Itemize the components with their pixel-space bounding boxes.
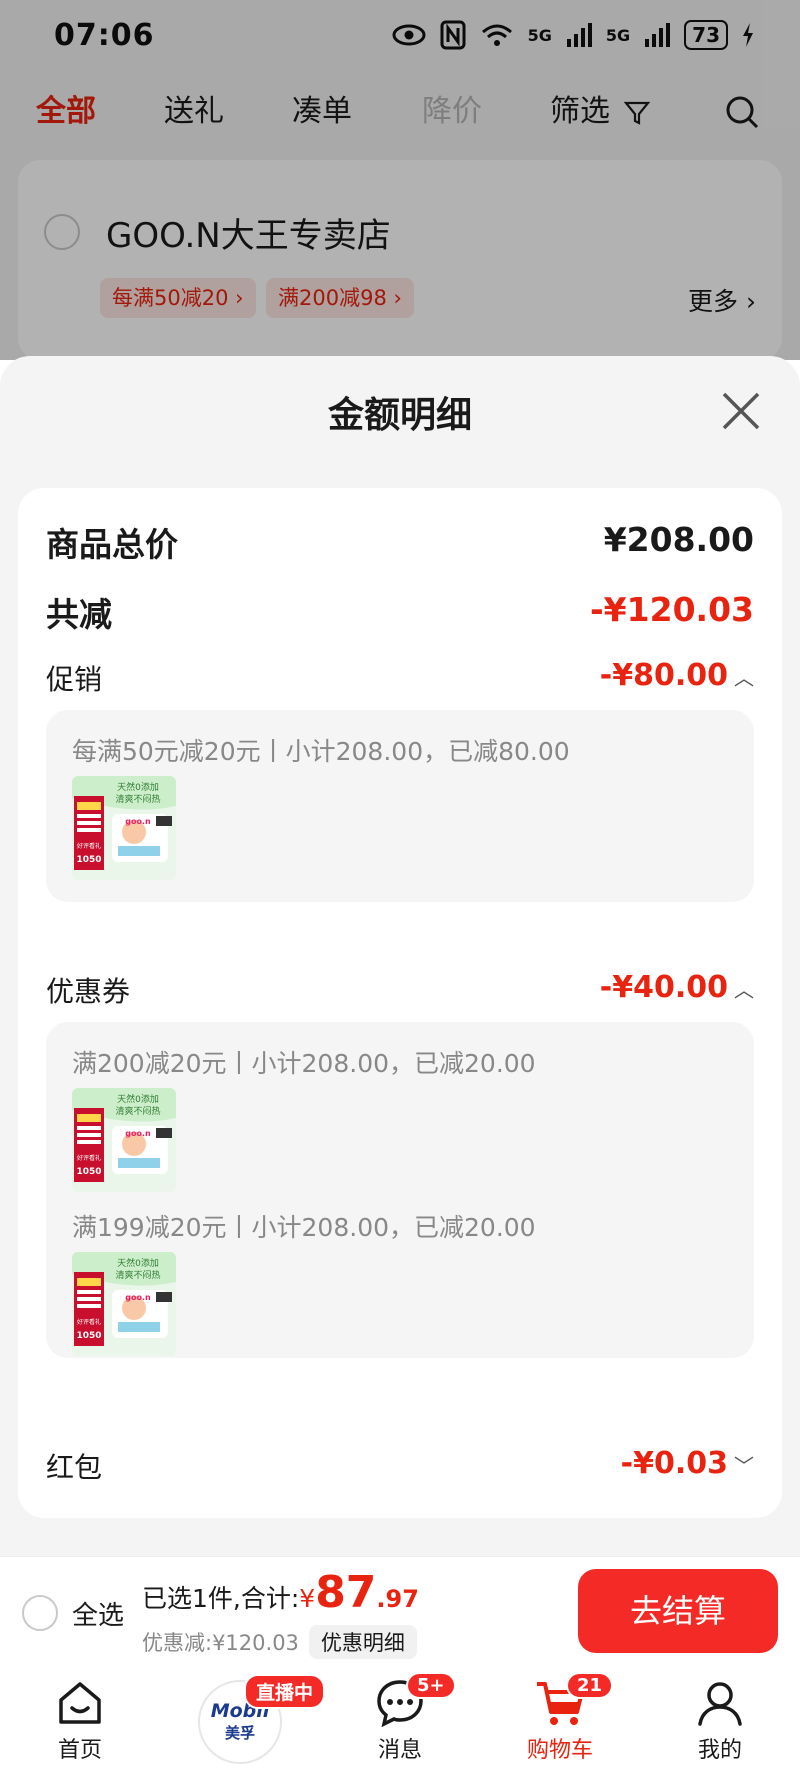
coupon-detail-box: 满200减20元丨小计208.00，已减20.00 天然0添加 清爽不闷热 好评看礼… xyxy=(46,1022,754,1358)
total-reduction-value: -¥120.03 xyxy=(589,590,754,629)
red-packet-label: 红包 xyxy=(46,1451,103,1484)
svg-text:清爽不闷热: 清爽不闷热 xyxy=(115,793,160,805)
coupon-toggle[interactable]: -¥40.00 ︿ xyxy=(600,970,754,1005)
checkout-bar: 全选 已选1件,合计:¥87.97 优惠减:¥120.03 优惠明细 去结算 xyxy=(0,1556,800,1666)
svg-text:goo.n: goo.n xyxy=(125,1129,151,1138)
svg-text:好评看礼: 好评看礼 xyxy=(77,1154,101,1162)
promotion-value: -¥80.00 xyxy=(599,658,728,693)
svg-text:清爽不闷热: 清爽不闷热 xyxy=(115,1269,160,1281)
discount-detail-button[interactable]: 优惠明细 xyxy=(308,1625,417,1659)
home-icon xyxy=(59,1682,101,1724)
total-reduction-label: 共减 xyxy=(46,595,112,634)
coupon-rule-text: 满199减20元丨小计208.00，已减20.00 xyxy=(72,1213,536,1242)
total-price-value: ¥208.00 xyxy=(603,520,754,559)
nav-mine-label: 我的 xyxy=(697,1738,742,1763)
profile-icon xyxy=(698,1682,742,1726)
total-price-label: 商品总价 xyxy=(46,525,178,564)
product-thumbnail[interactable]: 天然0添加 清爽不闷热好评看礼 1050 goo.n xyxy=(72,1252,176,1356)
select-all-radio[interactable] xyxy=(22,1595,58,1631)
cart-badge: 21 xyxy=(566,1672,614,1699)
coupon-value: -¥40.00 xyxy=(599,970,728,1005)
promotion-detail-box: 每满50元减20元丨小计208.00，已减80.00 天然0添加 清爽不闷热好评看… xyxy=(46,710,754,902)
nav-home[interactable]: 首页 xyxy=(20,1676,140,1764)
promotion-label: 促销 xyxy=(46,663,103,696)
close-icon[interactable] xyxy=(718,388,764,434)
price-decimal: .97 xyxy=(376,1585,419,1613)
svg-text:好评看礼: 好评看礼 xyxy=(77,842,101,850)
checkout-button[interactable]: 去结算 xyxy=(578,1569,778,1653)
promotion-toggle[interactable]: -¥80.00 ︿ xyxy=(600,658,754,693)
svg-text:1050: 1050 xyxy=(76,1331,101,1341)
order-summary-text: 已选1件,合计: xyxy=(142,1584,300,1613)
svg-text:天然0添加: 天然0添加 xyxy=(117,781,159,793)
nav-cart-label: 购物车 xyxy=(526,1738,593,1763)
svg-text:1050: 1050 xyxy=(76,1167,101,1177)
diaper-package-image: 天然0添加清爽不闷热好评看礼 1050 goo.n xyxy=(72,1088,176,1192)
diaper-package-image: 天然0添加清爽不闷热好评看礼 1050 goo.n xyxy=(72,1252,176,1356)
svg-text:goo.n: goo.n xyxy=(125,817,151,826)
discount-text: 优惠减:¥120.03 xyxy=(142,1631,299,1655)
chevron-up-icon: ︿ xyxy=(734,978,754,1002)
svg-text:清爽不闷热: 清爽不闷热 xyxy=(115,1105,160,1117)
chevron-up-icon: ︿ xyxy=(734,666,754,690)
live-brand-sub: 美孚 xyxy=(224,1724,255,1742)
price-integer: 87 xyxy=(315,1567,377,1618)
bottom-navigation: 首页 Mobil 美孚 直播中 消息 5+ 购物车 21 我的 xyxy=(0,1666,800,1777)
red-packet-toggle[interactable]: -¥0.03 ﹀ xyxy=(621,1446,754,1481)
product-thumbnail[interactable]: 天然0添加 清爽不闷热好评看礼 1050 goo.n xyxy=(72,1088,176,1192)
live-badge: 直播中 xyxy=(244,1674,326,1709)
coupon-label: 优惠券 xyxy=(46,975,131,1008)
messages-badge: 5+ xyxy=(406,1672,456,1699)
sheet-title: 金额明细 xyxy=(327,395,472,436)
svg-text:1050: 1050 xyxy=(76,855,101,865)
chevron-down-icon: ﹀ xyxy=(734,1454,754,1478)
discount-summary: 优惠减:¥120.03 优惠明细 xyxy=(142,1625,417,1659)
amount-detail-card: 商品总价 ¥208.00 共减 -¥120.03 促销 -¥80.00 ︿ 每满5… xyxy=(18,488,782,1518)
currency-symbol: ¥ xyxy=(299,1584,316,1613)
svg-text:天然0添加: 天然0添加 xyxy=(117,1093,159,1105)
modal-dim-overlay[interactable] xyxy=(0,0,800,360)
amount-detail-sheet: 金额明细 商品总价 ¥208.00 共减 -¥120.03 促销 -¥80.00… xyxy=(0,356,800,1556)
order-total: 已选1件,合计:¥87.97 xyxy=(142,1567,419,1618)
select-all-label[interactable]: 全选 xyxy=(72,1595,124,1632)
background-page: 07:06 5G 5G 73 全部 送礼 凑单 降价 筛选 GOO.N大王专卖店… xyxy=(0,0,800,360)
svg-text:天然0添加: 天然0添加 xyxy=(117,1257,159,1269)
nav-home-label: 首页 xyxy=(57,1738,102,1763)
nav-mine[interactable]: 我的 xyxy=(660,1676,780,1764)
nav-messages-label: 消息 xyxy=(377,1738,422,1763)
diaper-package-image: 天然0添加清爽不闷热好评看礼 1050 goo.n xyxy=(72,776,176,880)
coupon-rule-text: 满200减20元丨小计208.00，已减20.00 xyxy=(72,1049,536,1078)
product-thumbnail[interactable]: 天然0添加 清爽不闷热好评看礼 1050 goo.n xyxy=(72,776,176,880)
red-packet-value: -¥0.03 xyxy=(620,1446,728,1481)
svg-text:goo.n: goo.n xyxy=(125,1293,151,1302)
promotion-rule-text: 每满50元减20元丨小计208.00，已减80.00 xyxy=(72,737,570,766)
svg-text:好评看礼: 好评看礼 xyxy=(77,1318,101,1326)
